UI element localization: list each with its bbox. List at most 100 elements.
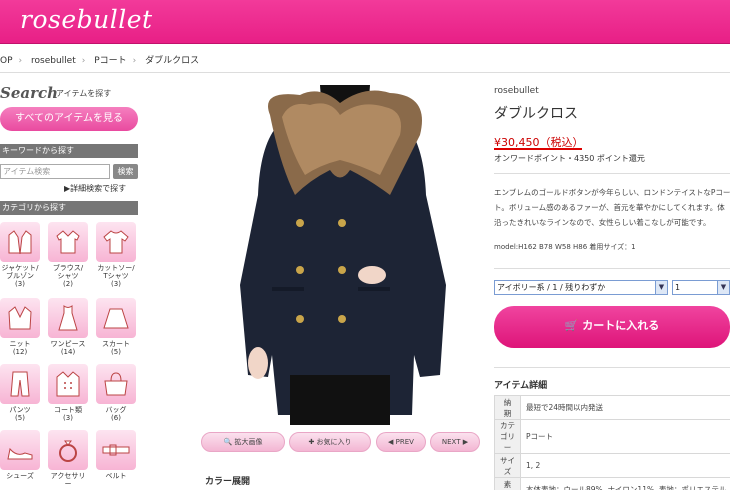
category-label: ブラウス/ シャツ	[52, 264, 84, 280]
pants-icon	[10, 371, 30, 397]
breadcrumb-item[interactable]: Pコート	[94, 56, 126, 66]
quantity-select[interactable]: 1 ▼	[672, 280, 730, 295]
plus-icon: ✚	[308, 438, 315, 446]
category-accessory[interactable]: アクセサリー	[48, 430, 88, 488]
description-line: エンブレムのゴールドボタンが今年らしい、ロンドンテイストなPコー	[494, 188, 730, 197]
search-subtitle: アイテムを探す	[56, 89, 112, 98]
breadcrumb-current: ダブルクロス	[145, 56, 200, 66]
detail-key: カテゴリー	[494, 419, 521, 454]
divider	[494, 367, 730, 368]
zoom-image-button[interactable]: 🔍 拡大画像	[201, 432, 285, 452]
all-items-button[interactable]: すべてのアイテムを見る	[0, 107, 138, 131]
brand-name[interactable]: rosebullet	[494, 86, 539, 96]
next-image-button[interactable]: NEXT ▶	[430, 432, 480, 452]
category-dress[interactable]: ワンピース (14)	[48, 298, 88, 356]
cutsew-icon	[103, 230, 129, 254]
detail-value: 1, 2	[519, 453, 730, 478]
breadcrumb-item[interactable]: OP	[0, 56, 13, 66]
table-row: 納 期 最短で24時間以内発送	[494, 395, 730, 420]
advanced-search-link[interactable]: ▶詳細検索で探す	[64, 183, 126, 194]
detail-key: 素 材	[494, 477, 521, 490]
jacket-icon	[8, 230, 32, 255]
site-logo[interactable]: rosebullet	[20, 5, 153, 34]
category-count: (2)	[63, 280, 73, 288]
color-size-value: アイボリー系 / 1 / 残りわずか	[497, 283, 606, 292]
category-section-header: カテゴリから探す	[0, 201, 138, 215]
breadcrumb-item[interactable]: rosebullet	[31, 56, 76, 66]
table-row: カテゴリー Pコート	[494, 419, 730, 454]
coat-icon	[56, 371, 80, 397]
ring-icon	[59, 440, 77, 462]
keyword-search-input[interactable]: アイテム検索	[0, 164, 110, 179]
product-photo[interactable]	[200, 85, 482, 425]
category-label: バッグ	[105, 406, 127, 414]
quantity-value: 1	[675, 283, 681, 292]
detail-key: 納 期	[494, 395, 521, 420]
category-skirt[interactable]: スカート (5)	[96, 298, 136, 356]
keyword-section-header: キーワードから探す	[0, 144, 138, 158]
table-row: サイズ 1, 2	[494, 453, 730, 478]
item-details-table: 納 期 最短で24時間以内発送 カテゴリー Pコート サイズ 1, 2 素 材 …	[494, 395, 730, 490]
category-count: (3)	[63, 414, 73, 422]
category-pants[interactable]: パンツ (5)	[0, 364, 40, 422]
model-info: model:H162 B78 W58 H86 着用サイズ：1	[494, 243, 636, 251]
detail-key: サイズ	[494, 453, 521, 478]
category-count: (3)	[15, 280, 25, 288]
magnifier-icon: 🔍	[223, 438, 233, 446]
dress-icon	[58, 305, 78, 331]
points-info: オンワードポイント・4350 ポイント還元	[494, 154, 645, 163]
skirt-icon	[103, 308, 129, 329]
category-count: (5)	[15, 414, 25, 422]
category-belt[interactable]: ベルト	[96, 430, 136, 480]
favorite-label: お気に入り	[316, 438, 352, 446]
detail-value: 最短で24時間以内発送	[519, 395, 730, 420]
search-title: Search	[0, 84, 59, 102]
keyword-search-button[interactable]: 検索	[113, 164, 138, 179]
category-label: シューズ	[6, 472, 34, 480]
coat-photo-image	[240, 85, 446, 425]
item-details-heading: アイテム詳細	[494, 381, 548, 391]
description-line: 沿ったきれいなラインなので、女性らしい着こなしが可能です。	[494, 218, 711, 227]
divider	[0, 72, 730, 73]
category-label: コート類	[54, 406, 82, 414]
divider	[494, 268, 730, 269]
category-cutsew[interactable]: カットソー/ Tシャツ (3)	[96, 222, 136, 288]
category-label: スカート	[102, 340, 130, 348]
category-count: (12)	[12, 348, 28, 356]
add-to-cart-button[interactable]: 🛒 カートに入れる	[494, 306, 730, 348]
category-label: ワンピース	[50, 340, 86, 348]
category-label: ベルト	[105, 472, 127, 480]
category-count: (5)	[111, 348, 121, 356]
color-size-select[interactable]: アイボリー系 / 1 / 残りわずか ▼	[494, 280, 668, 295]
prev-image-button[interactable]: ◀ PREV	[376, 432, 426, 452]
shoes-icon	[7, 447, 33, 460]
price-underline	[494, 148, 582, 150]
category-label: ジャケット/ ブルゾン	[1, 264, 39, 280]
category-shoes[interactable]: シューズ	[0, 430, 40, 480]
bag-icon	[104, 372, 128, 396]
site-header: rosebullet	[0, 0, 730, 44]
category-bag[interactable]: バッグ (6)	[96, 364, 136, 422]
color-variation-heading: カラー展開	[205, 477, 251, 487]
knit-icon	[8, 306, 32, 330]
category-label: パンツ	[9, 406, 31, 414]
category-label: アクセサリー	[50, 472, 86, 488]
cart-icon: 🛒	[564, 319, 579, 332]
category-blouse[interactable]: ブラウス/ シャツ (2)	[48, 222, 88, 288]
product-name: ダブルクロス	[494, 106, 578, 122]
category-coat[interactable]: コート類 (3)	[48, 364, 88, 422]
table-row: 素 材 本体表地：ウール89%, ナイロン11%, 表地：ポリエステル	[494, 477, 730, 490]
cart-label: カートに入れる	[582, 319, 660, 332]
zoom-label: 拡大画像	[234, 438, 263, 446]
detail-value: 本体表地：ウール89%, ナイロン11%, 表地：ポリエステル	[519, 477, 730, 490]
category-count: (3)	[111, 280, 121, 288]
breadcrumb: OP › rosebullet › Pコート › ダブルクロス	[0, 56, 200, 66]
category-knit[interactable]: ニット (12)	[0, 298, 40, 356]
category-count: (6)	[111, 414, 121, 422]
belt-icon	[102, 444, 130, 456]
category-label: ニット	[9, 340, 31, 348]
blouse-icon	[56, 230, 80, 254]
add-favorite-button[interactable]: ✚ お気に入り	[289, 432, 371, 452]
product-description: エンブレムのゴールドボタンが今年らしい、ロンドンテイストなPコー ト。ボリューム…	[494, 185, 730, 230]
category-jacket[interactable]: ジャケット/ ブルゾン (3)	[0, 222, 40, 288]
